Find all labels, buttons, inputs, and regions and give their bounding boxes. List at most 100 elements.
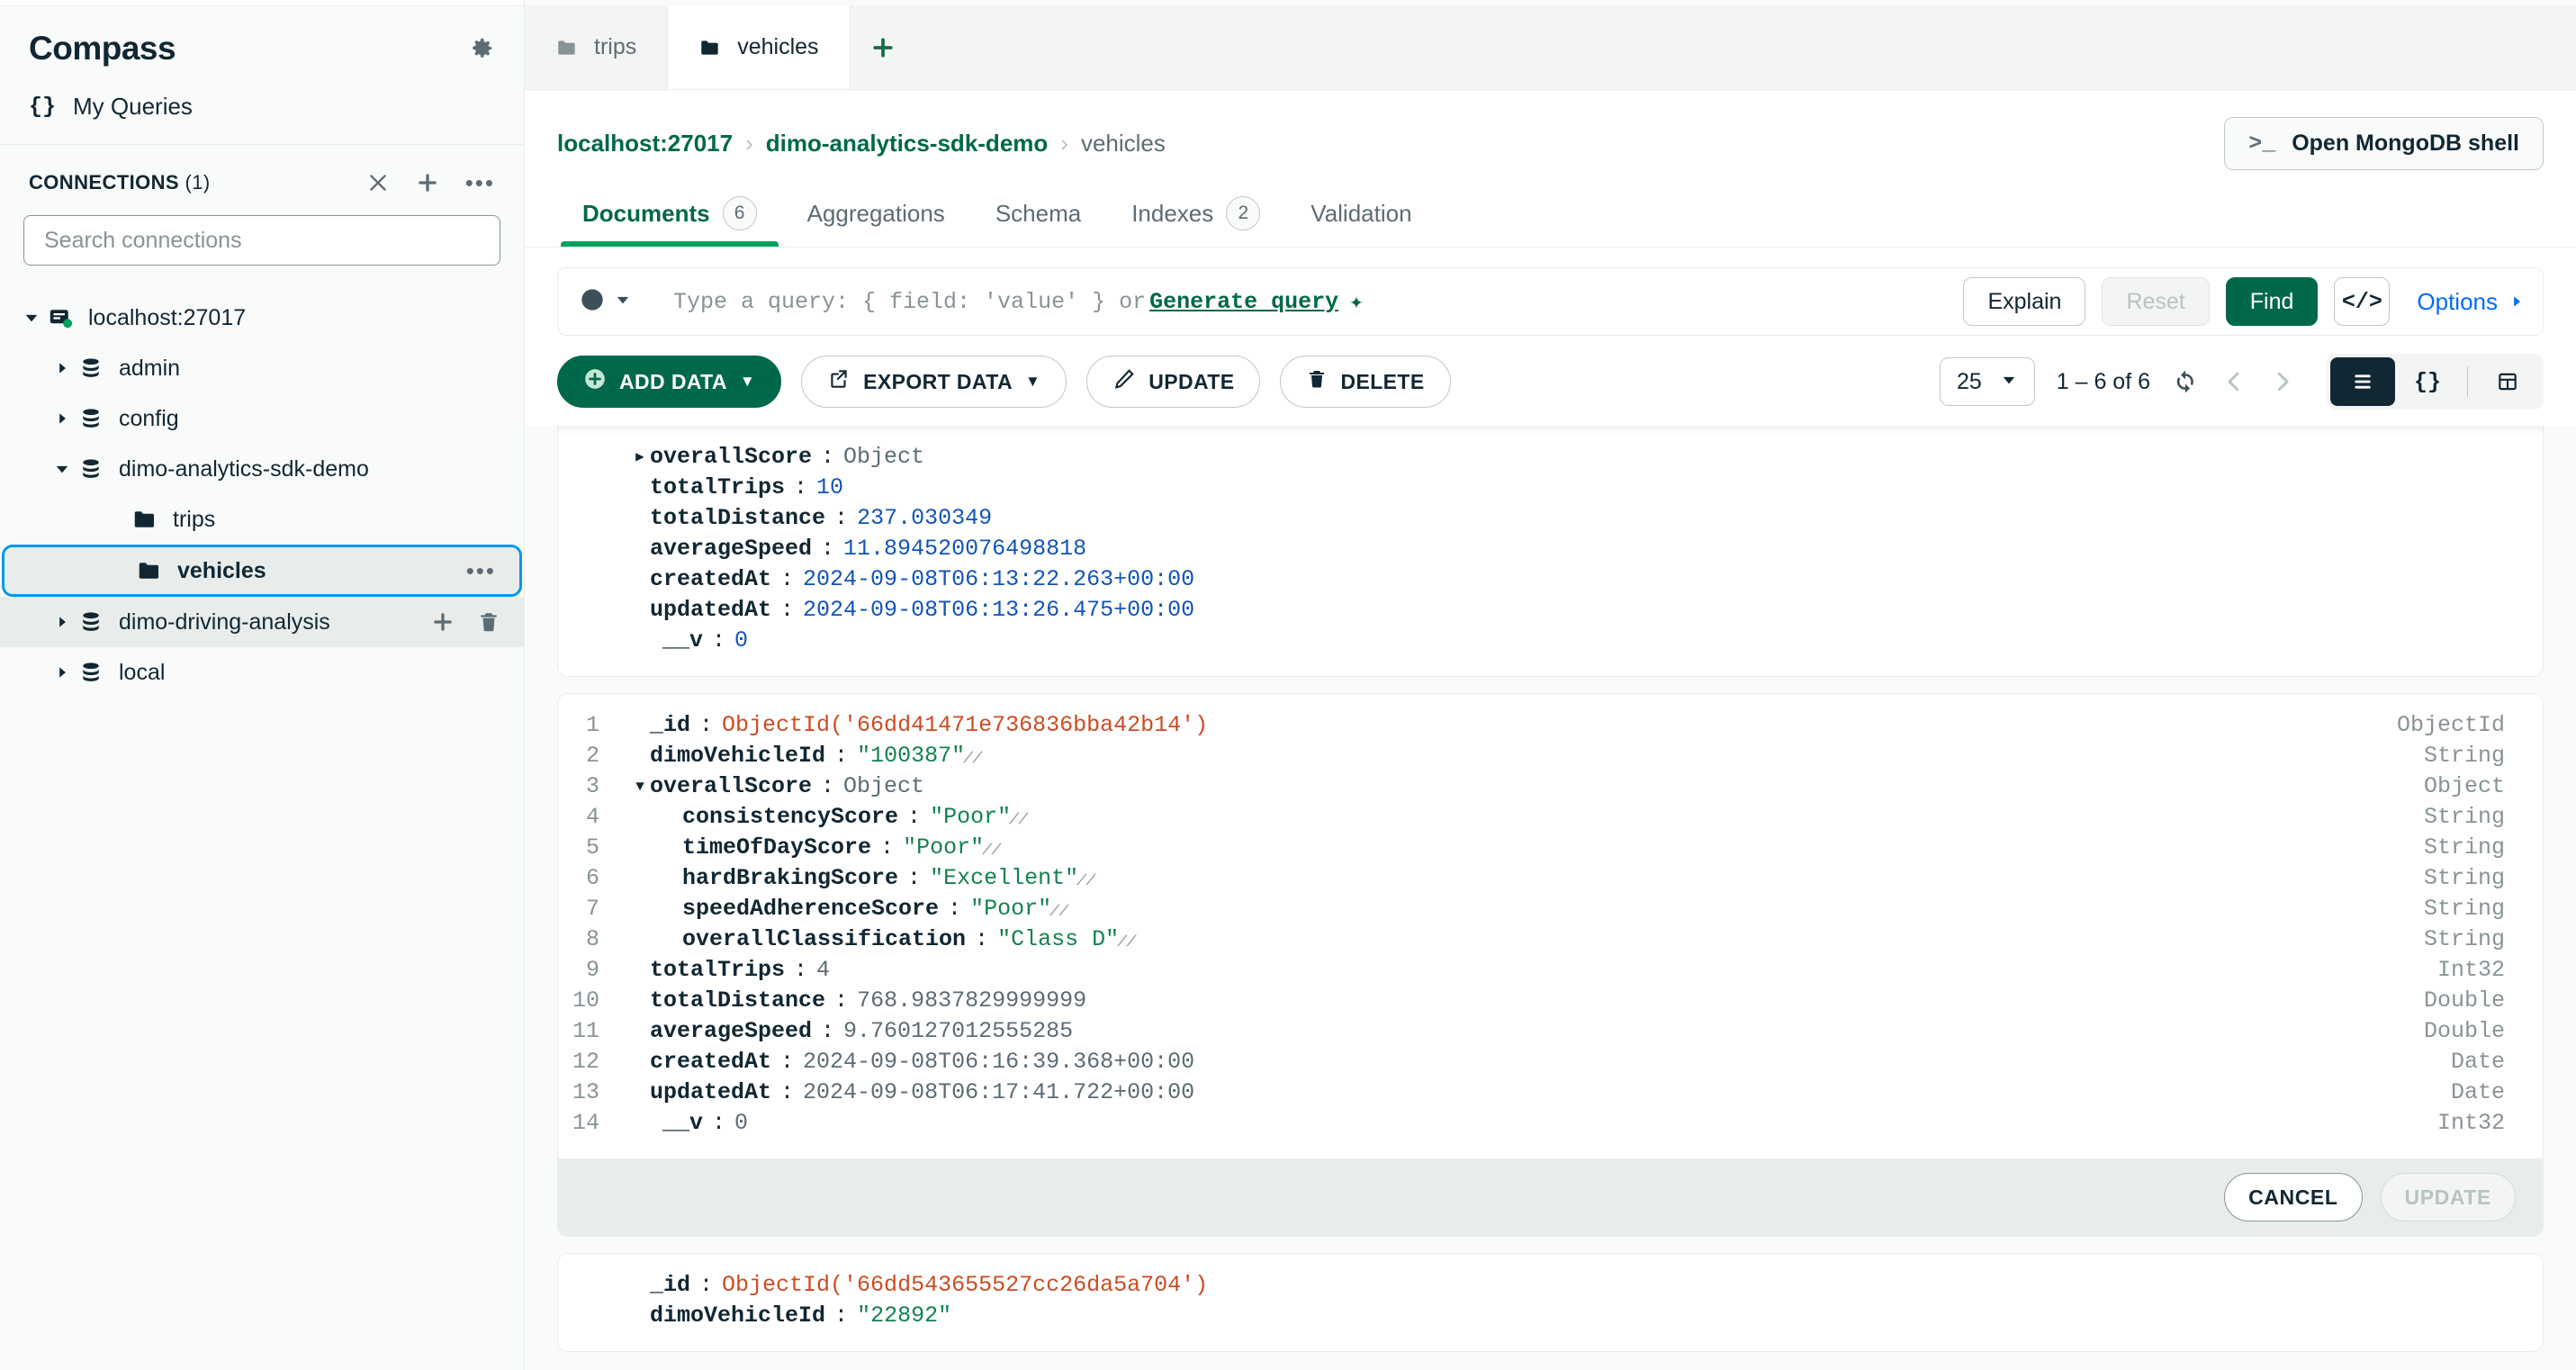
tree-item-config[interactable]: config bbox=[0, 393, 524, 444]
field-value[interactable]: "Poor" bbox=[903, 833, 984, 863]
chevron-down-icon[interactable] bbox=[22, 308, 41, 328]
tree-item-local[interactable]: local bbox=[0, 647, 524, 698]
update-button[interactable]: UPDATE bbox=[1086, 356, 1261, 408]
field-value[interactable]: 768.9837829999999 bbox=[857, 986, 1086, 1016]
document-field-row[interactable]: 10 totalDistance : 768.9837829999999 Dou… bbox=[558, 986, 2543, 1016]
line-number: 7 bbox=[585, 896, 599, 922]
export-data-button[interactable]: EXPORT DATA ▼ bbox=[801, 356, 1067, 408]
breadcrumb-item-connection[interactable]: localhost:27017 bbox=[557, 130, 733, 158]
chevron-right-icon[interactable]: ▶ bbox=[630, 442, 650, 473]
document-card[interactable]: _id : ObjectId('66dd543655527cc26da5a704… bbox=[557, 1253, 2544, 1352]
document-field-row[interactable]: updatedAt : 2024-09-08T06:13:26.475+00:0… bbox=[558, 595, 2543, 626]
prev-page-button[interactable] bbox=[2220, 368, 2247, 395]
document-field-row[interactable]: ▶ overallScore : Object bbox=[558, 442, 2543, 473]
chevron-right-icon[interactable] bbox=[52, 358, 72, 378]
document-card[interactable]: ▶ overallScore : Object totalTrips : 10 bbox=[557, 426, 2544, 677]
document-field-row[interactable]: 6 hardBrakingScore : "Excellent" String bbox=[558, 863, 2543, 894]
document-field-row[interactable]: 9 totalTrips : 4 Int32 bbox=[558, 955, 2543, 986]
field-value[interactable]: "Class D" bbox=[997, 924, 1119, 955]
chevron-right-icon[interactable] bbox=[52, 409, 72, 428]
next-page-button[interactable] bbox=[2269, 368, 2296, 395]
field-value[interactable]: "Poor" bbox=[930, 802, 1011, 833]
more-options-icon[interactable]: ••• bbox=[465, 171, 495, 194]
document-field-row[interactable]: 12 createdAt : 2024-09-08T06:16:39.368+0… bbox=[558, 1047, 2543, 1077]
chevron-right-icon[interactable] bbox=[52, 612, 72, 632]
field-value[interactable]: "Excellent" bbox=[930, 863, 1078, 894]
document-field-row[interactable]: 1 _id : ObjectId('66dd41471e736836bba42b… bbox=[558, 710, 2543, 741]
json-view-icon[interactable]: {} bbox=[2395, 357, 2460, 406]
document-field-row[interactable]: 3 ▼ overallScore : Object Object bbox=[558, 771, 2543, 802]
document-card-editing[interactable]: 1 _id : ObjectId('66dd41471e736836bba42b… bbox=[557, 693, 2544, 1237]
documents-list[interactable]: ▶ overallScore : Object totalTrips : 10 bbox=[525, 426, 2576, 1370]
search-connections-input[interactable] bbox=[23, 215, 500, 266]
field-value[interactable]: "100387" bbox=[857, 741, 965, 771]
document-field-row[interactable]: 11 averageSpeed : 9.760127012555285 Doub… bbox=[558, 1016, 2543, 1047]
field-value[interactable]: 2024-09-08T06:16:39.368+00:00 bbox=[803, 1047, 1194, 1077]
document-field-row[interactable]: 5 timeOfDayScore : "Poor" String bbox=[558, 833, 2543, 863]
explain-button[interactable]: Explain bbox=[1963, 277, 2086, 326]
chevron-down-icon[interactable] bbox=[52, 459, 72, 479]
cancel-button[interactable]: CANCEL bbox=[2224, 1173, 2363, 1221]
create-collection-icon[interactable] bbox=[430, 609, 455, 635]
drop-database-icon[interactable] bbox=[477, 610, 500, 634]
new-tab-button[interactable] bbox=[850, 5, 915, 89]
add-data-button[interactable]: ADD DATA ▼ bbox=[557, 356, 782, 408]
document-field-row[interactable]: __v : 0 bbox=[558, 626, 2543, 656]
document-field-row[interactable]: totalTrips : 10 bbox=[558, 473, 2543, 503]
field-colon: : bbox=[699, 712, 714, 738]
tree-item-vehicles[interactable]: vehicles ••• bbox=[2, 545, 522, 597]
add-connection-icon[interactable] bbox=[415, 170, 440, 195]
workspace-tab-trips[interactable]: trips bbox=[525, 5, 669, 89]
table-view-icon[interactable] bbox=[2475, 357, 2540, 406]
connections-count: (1) bbox=[185, 171, 211, 194]
tab-documents[interactable]: Documents 6 bbox=[557, 180, 782, 247]
open-mongodb-shell-button[interactable]: >_ Open MongoDB shell bbox=[2224, 117, 2544, 170]
list-view-icon[interactable] bbox=[2330, 357, 2395, 406]
generate-query-link[interactable]: Generate query bbox=[1146, 289, 1344, 315]
find-button[interactable]: Find bbox=[2225, 277, 2319, 326]
refresh-icon[interactable] bbox=[2172, 368, 2199, 395]
tab-validation[interactable]: Validation bbox=[1285, 180, 1437, 247]
field-value[interactable]: "Poor" bbox=[970, 894, 1051, 924]
field-value[interactable]: 0 bbox=[734, 1108, 748, 1139]
delete-button[interactable]: DELETE bbox=[1280, 356, 1451, 408]
document-field-row[interactable]: 2 dimoVehicleId : "100387" String bbox=[558, 741, 2543, 771]
document-field-row[interactable]: 13 updatedAt : 2024-09-08T06:17:41.722+0… bbox=[558, 1077, 2543, 1108]
sidebar-item-my-queries[interactable]: {} My Queries bbox=[0, 80, 524, 144]
chevron-right-icon[interactable] bbox=[52, 662, 72, 682]
more-options-icon[interactable]: ••• bbox=[466, 559, 496, 582]
document-field-row[interactable]: _id : ObjectId('66dd543655527cc26da5a704… bbox=[558, 1270, 2543, 1301]
document-field-row[interactable]: createdAt : 2024-09-08T06:13:22.263+00:0… bbox=[558, 564, 2543, 595]
document-field-row[interactable]: averageSpeed : 11.894520076498818 bbox=[558, 534, 2543, 564]
connections-actions: ••• bbox=[366, 170, 495, 195]
tab-aggregations[interactable]: Aggregations bbox=[782, 180, 970, 247]
query-input[interactable]: Type a query: { field: 'value' } or Gene… bbox=[650, 288, 1364, 316]
tree-item-dimo-analytics-sdk-demo[interactable]: dimo-analytics-sdk-demo bbox=[0, 444, 524, 494]
tree-item-localhost-27017[interactable]: localhost:27017 bbox=[0, 293, 524, 343]
query-history-button[interactable] bbox=[580, 287, 650, 317]
tab-schema[interactable]: Schema bbox=[970, 180, 1106, 247]
tree-item-trips[interactable]: trips bbox=[0, 494, 524, 545]
document-field-row[interactable]: 7 speedAdherenceScore : "Poor" String bbox=[558, 894, 2543, 924]
page-size-select[interactable]: 25 bbox=[1939, 357, 2035, 406]
document-field-row[interactable]: 8 overallClassification : "Class D" Stri… bbox=[558, 924, 2543, 955]
field-value[interactable]: 9.760127012555285 bbox=[843, 1016, 1073, 1047]
update-document-button[interactable]: UPDATE bbox=[2380, 1173, 2516, 1221]
reset-button[interactable]: Reset bbox=[2102, 277, 2210, 326]
options-toggle[interactable]: Options bbox=[2406, 288, 2525, 316]
workspace-tab-vehicles[interactable]: vehicles bbox=[668, 5, 851, 89]
gear-icon[interactable] bbox=[468, 35, 495, 62]
document-field-row[interactable]: 14 __v : 0 Int32 bbox=[558, 1108, 2543, 1139]
chevron-down-icon[interactable]: ▼ bbox=[630, 771, 650, 802]
tab-indexes[interactable]: Indexes 2 bbox=[1106, 180, 1285, 247]
document-field-row[interactable]: dimoVehicleId : "22892" bbox=[558, 1301, 2543, 1331]
collapse-all-icon[interactable] bbox=[366, 171, 390, 194]
field-value[interactable]: 4 bbox=[816, 955, 830, 986]
document-field-row[interactable]: 4 consistencyScore : "Poor" String bbox=[558, 802, 2543, 833]
tree-item-dimo-driving-analysis[interactable]: dimo-driving-analysis bbox=[0, 597, 524, 647]
document-field-row[interactable]: totalDistance : 237.030349 bbox=[558, 503, 2543, 534]
field-value[interactable]: 2024-09-08T06:17:41.722+00:00 bbox=[803, 1077, 1194, 1108]
code-brackets-icon[interactable]: </> bbox=[2334, 277, 2391, 326]
tree-item-admin[interactable]: admin bbox=[0, 343, 524, 393]
breadcrumb-item-database[interactable]: dimo-analytics-sdk-demo bbox=[766, 130, 1049, 158]
